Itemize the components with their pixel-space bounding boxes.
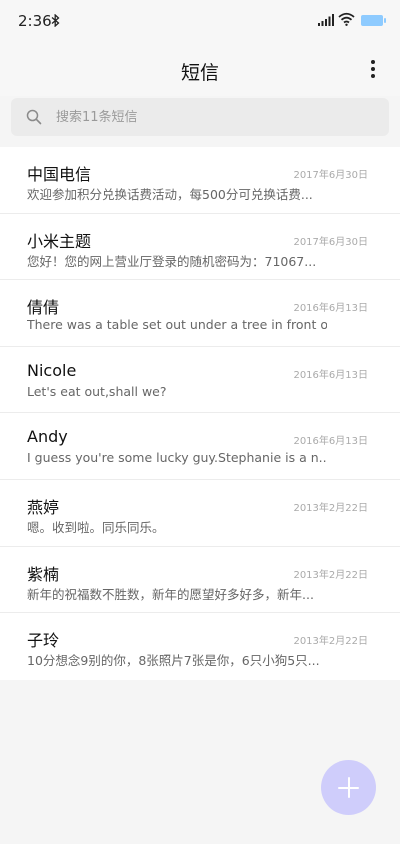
signal-icon bbox=[318, 14, 334, 26]
message-sender: Nicole bbox=[27, 360, 77, 380]
message-preview: 欢迎参加积分兑换话费活动，每500分可兑换话费... bbox=[27, 187, 313, 202]
message-date: 2013年2月22日 bbox=[293, 502, 368, 514]
bluetooth-icon bbox=[51, 14, 60, 27]
status-time: 2:36 bbox=[18, 12, 52, 30]
battery-icon bbox=[361, 15, 386, 26]
message-date: 2016年6月13日 bbox=[293, 436, 368, 448]
message-preview: 嗯。收到啦。同乐同乐。 bbox=[27, 519, 165, 535]
status-bar: 2:36 bbox=[0, 0, 400, 44]
page-title: 短信 bbox=[180, 62, 219, 84]
message-date: 2013年2月22日 bbox=[293, 636, 368, 648]
app-header: 短信 bbox=[0, 44, 400, 96]
message-sender: Andy bbox=[27, 427, 68, 447]
message-preview: I guess you're some lucky guy.Stephanie … bbox=[27, 450, 327, 466]
screen: 2:36 短信 搜索11条短信 中国电信 2017年6月30日 欢迎参加积分兑换… bbox=[0, 0, 400, 844]
message-sender: 燕婷 bbox=[27, 497, 60, 517]
message-item[interactable]: 倩倩 2016年6月13日 There was a table set out … bbox=[0, 280, 400, 347]
message-sender: 倩倩 bbox=[27, 298, 60, 318]
message-preview: Let's eat out,shall we? bbox=[27, 383, 167, 399]
message-list: 中国电信 2017年6月30日 欢迎参加积分兑换话费活动，每500分可兑换话费.… bbox=[0, 147, 400, 680]
message-sender: 紫楠 bbox=[27, 564, 60, 584]
message-preview: 10分想念9别的你，8张照片7张是你，6只小狗5只... bbox=[27, 653, 320, 669]
search-input[interactable] bbox=[56, 98, 376, 136]
message-date: 2017年6月30日 bbox=[293, 170, 368, 181]
message-item[interactable]: 小米主题 2017年6月30日 您好！您的网上营业厅登录的随机密码为：71067… bbox=[0, 214, 400, 281]
message-item[interactable]: Nicole 2016年6月13日 Let's eat out,shall we… bbox=[0, 347, 400, 414]
message-sender: 小米主题 bbox=[27, 231, 92, 251]
message-date: 2016年6月13日 bbox=[293, 303, 368, 315]
message-item[interactable]: 子玲 2013年2月22日 10分想念9别的你，8张照片7张是你，6只小狗5只.… bbox=[0, 613, 400, 680]
search-bar[interactable] bbox=[11, 98, 389, 136]
message-date: 2016年6月13日 bbox=[293, 369, 368, 381]
search-icon bbox=[26, 109, 42, 125]
more-dot bbox=[371, 74, 375, 78]
message-date: 2013年2月22日 bbox=[293, 569, 368, 581]
message-item[interactable]: 燕婷 2013年2月22日 嗯。收到啦。同乐同乐。 bbox=[0, 480, 400, 547]
message-preview: There was a table set out under a tree i… bbox=[27, 317, 327, 333]
more-dot bbox=[371, 67, 375, 71]
message-item[interactable]: 紫楠 2013年2月22日 新年的祝福数不胜数，新年的愿望好多好多，新年... bbox=[0, 547, 400, 614]
message-date: 2017年6月30日 bbox=[293, 236, 368, 248]
message-sender: 中国电信 bbox=[27, 165, 92, 184]
more-options-button[interactable] bbox=[366, 57, 380, 81]
message-item[interactable]: Andy 2016年6月13日 I guess you're some luck… bbox=[0, 413, 400, 480]
message-preview: 新年的祝福数不胜数，新年的愿望好多好多，新年... bbox=[27, 586, 314, 602]
plus-icon-vertical bbox=[347, 777, 350, 798]
message-item[interactable]: 中国电信 2017年6月30日 欢迎参加积分兑换话费活动，每500分可兑换话费.… bbox=[0, 147, 400, 214]
message-preview: 您好！您的网上营业厅登录的随机密码为：71067... bbox=[27, 253, 317, 269]
message-sender: 子玲 bbox=[27, 631, 60, 651]
more-vertical-icon bbox=[371, 60, 375, 64]
compose-button[interactable] bbox=[321, 760, 376, 815]
wifi-icon bbox=[338, 12, 355, 26]
